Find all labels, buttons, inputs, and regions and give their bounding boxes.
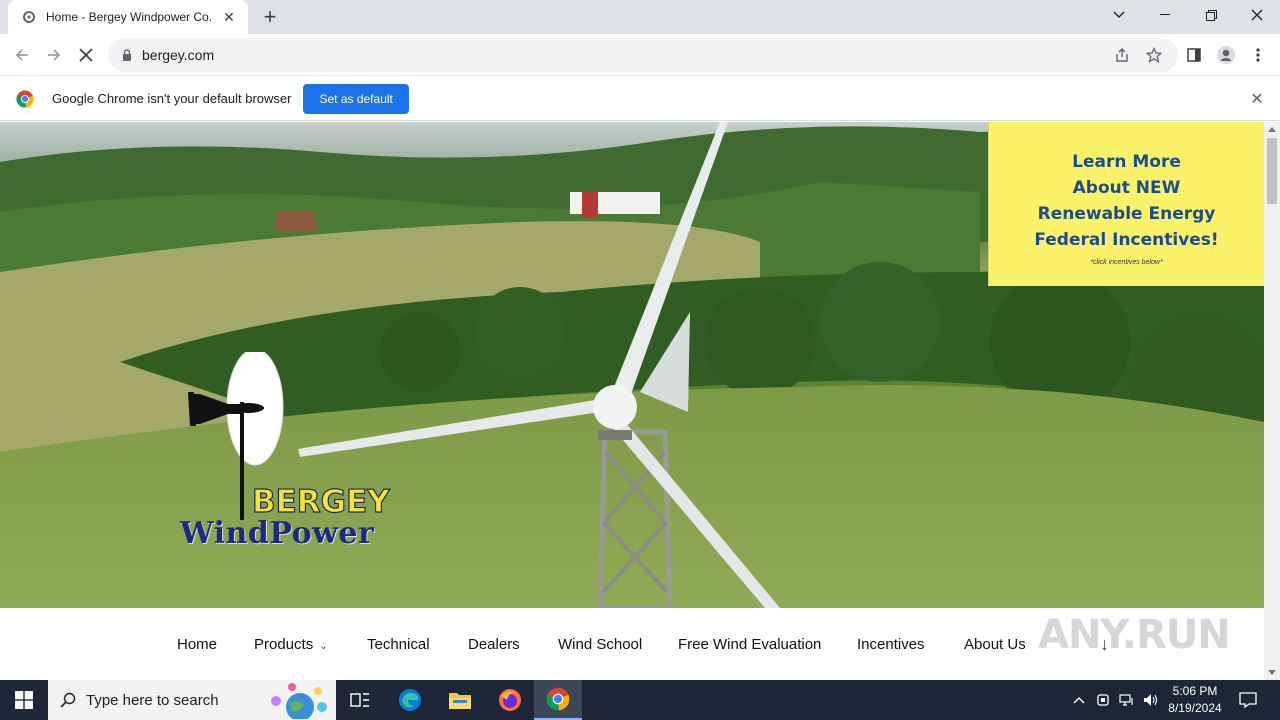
incentives-promo-banner[interactable]: Learn More About NEW Renewable Energy Fe… xyxy=(988,122,1264,286)
tab-close-icon[interactable]: ✕ xyxy=(220,8,238,26)
search-placeholder: Type here to search xyxy=(86,691,219,709)
scrollbar-thumb[interactable] xyxy=(1267,138,1277,204)
site-favicon-icon xyxy=(22,10,36,24)
bookmark-star-icon[interactable] xyxy=(1142,43,1166,67)
network-icon[interactable] xyxy=(1116,680,1138,720)
menu-kebab-icon[interactable] xyxy=(1246,43,1270,67)
tab-search-icon[interactable] xyxy=(1096,0,1142,30)
restore-button[interactable] xyxy=(1188,0,1234,30)
nav-technical[interactable]: Technical xyxy=(367,636,430,653)
promo-line: About NEW xyxy=(1072,177,1181,198)
tab-title: Home - Bergey Windpower Co. xyxy=(46,10,213,24)
minimize-button[interactable] xyxy=(1142,0,1188,30)
forward-button[interactable] xyxy=(42,43,66,67)
profile-avatar-icon[interactable] xyxy=(1214,43,1238,67)
infobar-close-icon[interactable]: ✕ xyxy=(1248,90,1266,108)
nav-free-wind-evaluation[interactable]: Free Wind Evaluation xyxy=(678,636,821,653)
chevron-down-icon: ⌄ xyxy=(319,641,328,652)
promo-line: Federal Incentives! xyxy=(1034,229,1219,250)
clock-time: 5:06 PM xyxy=(1172,684,1218,698)
nav-about-us[interactable]: About Us xyxy=(964,636,1026,653)
clock-date: 8/19/2024 xyxy=(1168,701,1222,715)
taskbar-search-box[interactable]: Type here to search xyxy=(48,680,336,720)
side-panel-icon[interactable] xyxy=(1182,43,1206,67)
search-highlight-globe-icon xyxy=(271,683,327,719)
tab-strip: Home - Bergey Windpower Co. ✕ + xyxy=(0,0,1280,34)
logo-line2: WindPower xyxy=(180,516,375,551)
share-icon[interactable] xyxy=(1110,43,1134,67)
page-scrollbar[interactable] xyxy=(1264,122,1280,680)
chrome-logo-icon xyxy=(16,90,34,108)
default-browser-infobar: Google Chrome isn't your default browser… xyxy=(0,77,1280,121)
address-bar[interactable]: bergey.com xyxy=(108,38,1178,72)
file-explorer-taskbar-button[interactable] xyxy=(436,680,484,720)
hero-image: BERGEY WindPower Learn More About NEW Re… xyxy=(0,122,1264,608)
task-view-icon xyxy=(350,693,369,707)
new-tab-button[interactable]: + xyxy=(258,6,282,28)
lock-icon[interactable] xyxy=(120,48,134,62)
url-text: bergey.com xyxy=(142,47,215,63)
nav-home[interactable]: Home xyxy=(177,636,217,653)
tray-device-icon[interactable] xyxy=(1092,680,1114,720)
chrome-taskbar-button[interactable] xyxy=(534,680,582,720)
nav-products-label: Products xyxy=(254,636,314,653)
scroll-up-arrow-icon[interactable] xyxy=(1268,127,1276,132)
browser-tab[interactable]: Home - Bergey Windpower Co. ✕ xyxy=(8,0,248,34)
bergey-logo[interactable]: BERGEY WindPower xyxy=(180,352,430,552)
volume-icon[interactable] xyxy=(1140,680,1162,720)
back-button[interactable] xyxy=(10,43,34,67)
chrome-icon xyxy=(546,687,570,711)
task-view-button[interactable] xyxy=(336,680,384,720)
notifications-icon[interactable] xyxy=(1236,680,1260,720)
search-icon xyxy=(60,692,76,708)
scroll-down-arrow-icon[interactable] xyxy=(1268,670,1276,675)
promo-line: Learn More xyxy=(1072,151,1181,172)
logo-line1: BERGEY xyxy=(251,483,390,520)
folder-icon xyxy=(449,693,471,709)
anyrun-watermark: ANY.RUN xyxy=(1038,612,1231,658)
promo-line: Renewable Energy xyxy=(1037,203,1216,224)
edge-taskbar-button[interactable] xyxy=(386,680,434,720)
windows-logo-icon xyxy=(15,691,33,709)
web-page: BERGEY WindPower Learn More About NEW Re… xyxy=(0,122,1264,680)
edge-icon xyxy=(399,689,421,711)
nav-products[interactable]: Products ⌄ xyxy=(254,636,328,653)
tray-chevron-up-icon[interactable] xyxy=(1068,680,1090,720)
start-button[interactable] xyxy=(0,680,48,720)
set-default-button[interactable]: Set as default xyxy=(303,83,409,114)
promo-note: *click incentives below* xyxy=(1090,258,1163,266)
nav-wind-school[interactable]: Wind School xyxy=(558,636,642,653)
stop-loading-button[interactable] xyxy=(74,43,98,67)
browser-toolbar: bergey.com xyxy=(0,34,1280,76)
nav-dealers[interactable]: Dealers xyxy=(468,636,520,653)
nav-incentives[interactable]: Incentives xyxy=(857,636,925,653)
firefox-taskbar-button[interactable] xyxy=(486,680,534,720)
firefox-icon xyxy=(499,689,521,711)
close-window-button[interactable] xyxy=(1234,0,1280,30)
taskbar-clock[interactable]: 5:06 PM 8/19/2024 xyxy=(1160,683,1230,717)
windows-taskbar: Type here to search 5:06 PM 8/19/2024 xyxy=(0,680,1280,720)
infobar-message: Google Chrome isn't your default browser xyxy=(52,91,292,106)
